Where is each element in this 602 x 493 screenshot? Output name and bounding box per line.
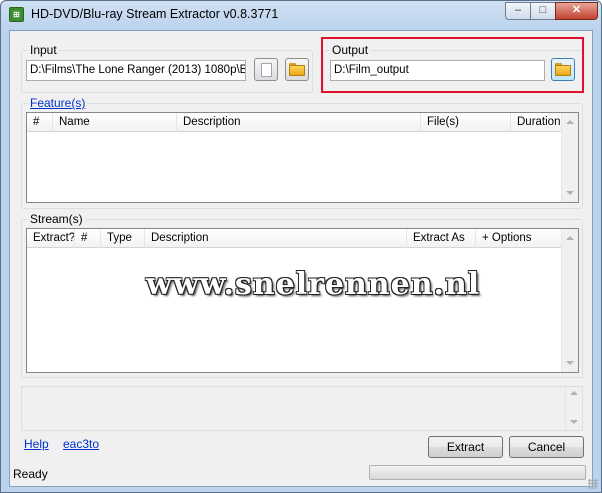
features-col-num[interactable]: # <box>27 113 53 132</box>
features-col-description[interactable]: Description <box>177 113 421 132</box>
client-area: Input D:\Films\The Lone Ranger (2013) 10… <box>9 30 593 487</box>
streams-col-options[interactable]: + Options <box>476 229 562 248</box>
resize-grip-icon[interactable] <box>588 479 598 489</box>
close-button[interactable]: ✕ <box>555 2 598 20</box>
browse-input-button[interactable] <box>285 58 309 81</box>
features-scrollbar[interactable] <box>561 113 578 202</box>
streams-col-type[interactable]: Type <box>101 229 145 248</box>
cancel-button[interactable]: Cancel <box>509 436 584 458</box>
scroll-down-icon[interactable] <box>566 361 574 365</box>
streams-col-num[interactable]: # <box>75 229 101 248</box>
app-icon: ⊞ <box>9 7 24 22</box>
maximize-button[interactable]: □ <box>530 2 556 20</box>
scroll-up-icon[interactable] <box>570 391 578 395</box>
eac3to-link[interactable]: eac3to <box>63 437 99 451</box>
app-window: ⊞ HD-DVD/Blu-ray Stream Extractor v0.8.3… <box>0 0 602 493</box>
status-text: Ready <box>13 467 48 481</box>
streams-header: Extract? # Type Description Extract As +… <box>27 229 562 248</box>
input-label: Input <box>28 43 59 57</box>
disc-icon <box>261 63 272 77</box>
features-list[interactable]: # Name Description File(s) Duration <box>26 112 579 203</box>
streams-col-extract[interactable]: Extract? <box>27 229 75 248</box>
input-path-field[interactable]: D:\Films\The Lone Ranger (2013) 1080p\BD <box>26 60 246 81</box>
features-header: # Name Description File(s) Duration <box>27 113 562 132</box>
title-bar[interactable]: ⊞ HD-DVD/Blu-ray Stream Extractor v0.8.3… <box>1 1 601 28</box>
streams-scrollbar[interactable] <box>561 229 578 372</box>
help-link[interactable]: Help <box>24 437 49 451</box>
features-col-name[interactable]: Name <box>53 113 177 132</box>
scroll-down-icon[interactable] <box>566 191 574 195</box>
streams-col-extract-as[interactable]: Extract As <box>407 229 476 248</box>
folder-icon <box>289 63 305 76</box>
watermark-text: www.snelrennen.nl <box>146 267 481 302</box>
minimize-button[interactable]: – <box>505 2 531 20</box>
features-link[interactable]: Feature(s) <box>28 96 88 110</box>
output-highlight <box>321 37 584 93</box>
log-scrollbar[interactable] <box>565 387 582 430</box>
streams-col-description[interactable]: Description <box>145 229 407 248</box>
progress-bar <box>369 465 586 480</box>
features-col-files[interactable]: File(s) <box>421 113 511 132</box>
scroll-down-icon[interactable] <box>570 420 578 424</box>
scroll-up-icon[interactable] <box>566 120 574 124</box>
scroll-up-icon[interactable] <box>566 236 574 240</box>
open-disc-button[interactable] <box>254 58 278 81</box>
extract-button[interactable]: Extract <box>428 436 503 458</box>
features-col-duration[interactable]: Duration <box>511 113 562 132</box>
log-area[interactable] <box>21 386 583 431</box>
streams-label: Stream(s) <box>28 212 85 226</box>
window-title: HD-DVD/Blu-ray Stream Extractor v0.8.377… <box>31 7 279 21</box>
